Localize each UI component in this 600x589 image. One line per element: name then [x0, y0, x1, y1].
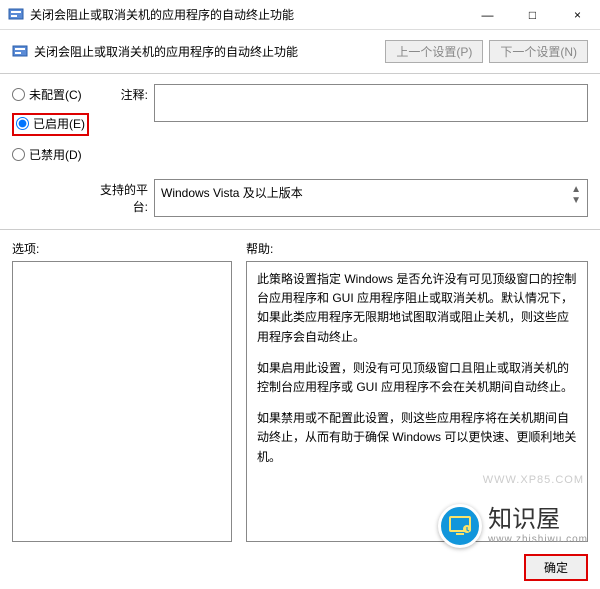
supported-platforms-text: Windows Vista 及以上版本: [161, 184, 303, 201]
lower-panel: 选项: 帮助: 此策略设置指定 Windows 是否允许没有可见顶级窗口的控制台…: [0, 230, 600, 546]
comment-label: 注释:: [98, 84, 154, 173]
help-text-paragraph: 此策略设置指定 Windows 是否允许没有可见顶级窗口的控制台应用程序和 GU…: [257, 270, 577, 347]
previous-setting-button[interactable]: 上一个设置(P): [385, 40, 483, 63]
options-box: [12, 261, 232, 542]
help-box: 此策略设置指定 Windows 是否允许没有可见顶级窗口的控制台应用程序和 GU…: [246, 261, 588, 542]
supported-label: 支持的平台:: [98, 179, 154, 217]
header: 关闭会阻止或取消关机的应用程序的自动终止功能 上一个设置(P) 下一个设置(N): [0, 30, 600, 74]
titlebar: 关闭会阻止或取消关机的应用程序的自动终止功能 — □ ×: [0, 0, 600, 30]
minimize-button[interactable]: —: [465, 0, 510, 30]
ok-button[interactable]: 确定: [524, 554, 588, 581]
policy-icon: [8, 7, 24, 23]
brand-name: 知识屋: [488, 507, 588, 533]
policy-icon: [12, 44, 28, 60]
radio-enabled-highlight: 已启用(E): [12, 113, 89, 136]
window-title: 关闭会阻止或取消关机的应用程序的自动终止功能: [30, 6, 465, 23]
radio-not-configured-input[interactable]: [12, 88, 25, 101]
brand-icon: [438, 504, 482, 548]
close-button[interactable]: ×: [555, 0, 600, 30]
radio-enabled[interactable]: 已启用(E): [16, 115, 85, 132]
brand-url: www.zhishiwu.com: [488, 534, 588, 545]
chevron-up-down-icon[interactable]: ▲▼: [571, 184, 581, 206]
options-label: 选项:: [12, 240, 232, 257]
comment-textarea[interactable]: [154, 84, 588, 122]
brand-text-wrap: 知识屋 www.zhishiwu.com: [488, 507, 588, 544]
radio-disabled[interactable]: 已禁用(D): [12, 146, 98, 163]
help-label: 帮助:: [246, 240, 588, 257]
help-text-paragraph: 如果启用此设置，则没有可见顶级窗口且阻止或取消关机的控制台应用程序或 GUI 应…: [257, 359, 577, 397]
footer: 确定: [0, 546, 600, 589]
policy-name: 关闭会阻止或取消关机的应用程序的自动终止功能: [34, 43, 379, 60]
state-radio-group: 未配置(C) 已启用(E) 已禁用(D): [12, 84, 98, 173]
watermark-text: WWW.XP85.COM: [483, 474, 584, 486]
config-area: 未配置(C) 已启用(E) 已禁用(D) 注释: 支持的平台: Windows …: [0, 74, 600, 230]
radio-not-configured[interactable]: 未配置(C): [12, 86, 98, 103]
supported-platforms-box: Windows Vista 及以上版本 ▲▼: [154, 179, 588, 217]
next-setting-button[interactable]: 下一个设置(N): [489, 40, 588, 63]
help-text-paragraph: 如果禁用或不配置此设置，则这些应用程序将在关机期间自动终止，从而有助于确保 Wi…: [257, 409, 577, 467]
maximize-button[interactable]: □: [510, 0, 555, 30]
brand-logo-overlay: 知识屋 www.zhishiwu.com: [438, 504, 588, 548]
radio-enabled-input[interactable]: [16, 117, 29, 130]
radio-disabled-input[interactable]: [12, 148, 25, 161]
